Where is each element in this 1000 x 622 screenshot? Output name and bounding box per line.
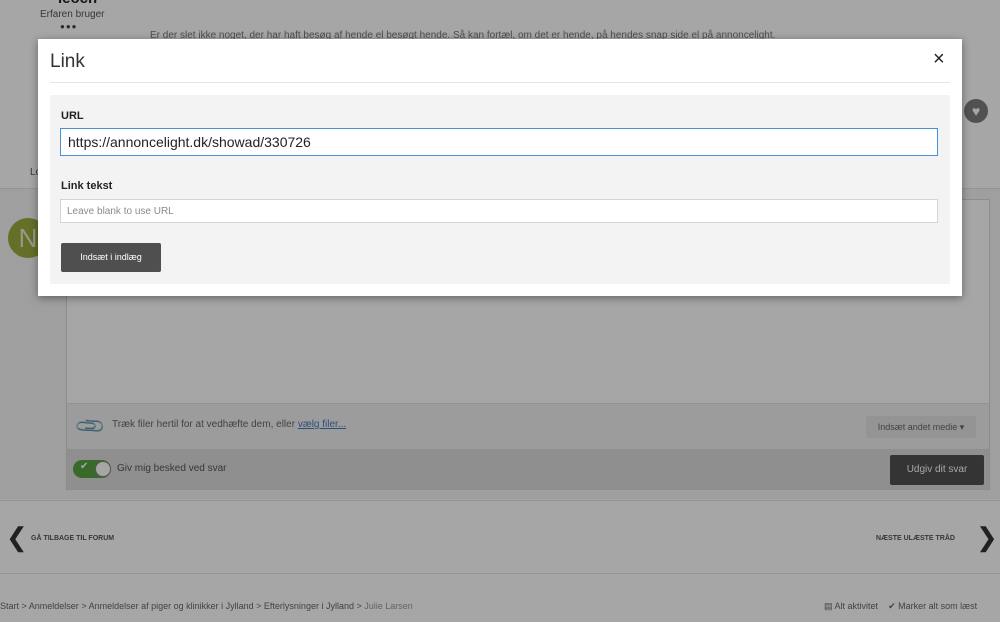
dialog-form-panel xyxy=(50,95,950,284)
close-icon[interactable]: × xyxy=(933,49,945,69)
dialog-title: Link xyxy=(50,51,85,72)
url-label: URL xyxy=(61,110,84,122)
link-text-input[interactable] xyxy=(60,199,938,223)
dialog-divider xyxy=(50,82,950,83)
link-dialog: Link × URL Link tekst Indsæt i indlæg xyxy=(38,39,962,296)
insert-into-post-button[interactable]: Indsæt i indlæg xyxy=(61,243,161,272)
link-text-label: Link tekst xyxy=(61,180,113,192)
url-input[interactable] xyxy=(60,128,938,156)
